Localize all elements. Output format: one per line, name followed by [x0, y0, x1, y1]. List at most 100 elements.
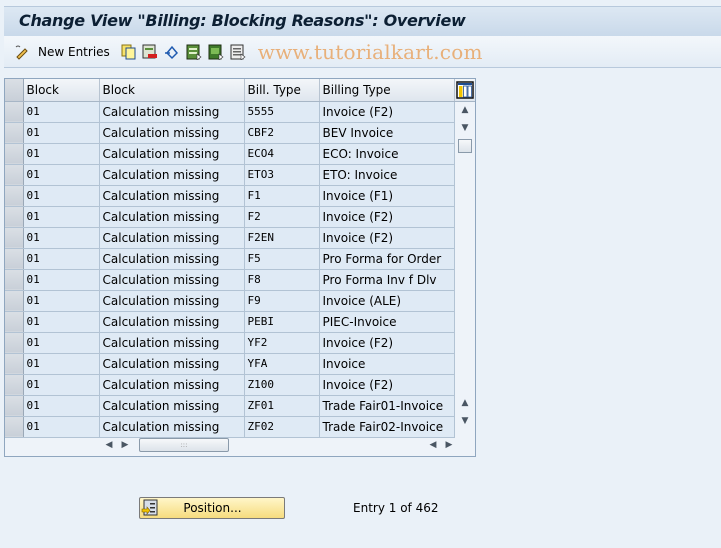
cell-block-code[interactable]: 01: [23, 353, 100, 375]
cell-block-desc[interactable]: Calculation missing: [99, 227, 245, 249]
cell-block-code[interactable]: 01: [23, 395, 100, 417]
row-selector[interactable]: [5, 227, 24, 249]
deselect-all-icon[interactable]: [230, 44, 246, 60]
cell-block-desc[interactable]: Calculation missing: [99, 248, 245, 270]
cell-block-desc[interactable]: Calculation missing: [99, 206, 245, 228]
cell-block-code[interactable]: 01: [23, 185, 100, 207]
row-selector[interactable]: [5, 374, 24, 396]
cell-block-desc[interactable]: Calculation missing: [99, 143, 245, 165]
cell-bill-type[interactable]: CBF2: [244, 122, 320, 144]
table-row[interactable]: 01 Calculation missing PEBI PIEC-Invoice: [5, 311, 475, 333]
cell-block-desc[interactable]: Calculation missing: [99, 122, 245, 144]
cell-block-code[interactable]: 01: [23, 290, 100, 312]
cell-block-code[interactable]: 01: [23, 311, 100, 333]
row-selector[interactable]: [5, 269, 24, 291]
row-selector[interactable]: [5, 206, 24, 228]
vertical-scrollbar-bottom[interactable]: ▲ ▼: [457, 394, 475, 430]
table-row[interactable]: 01 Calculation missing F9 Invoice (ALE): [5, 290, 475, 312]
cell-bill-type[interactable]: ZF01: [244, 395, 320, 417]
cell-billing-type[interactable]: Invoice (F2): [319, 374, 455, 396]
cell-bill-type[interactable]: PEBI: [244, 311, 320, 333]
cell-block-code[interactable]: 01: [23, 164, 100, 186]
cell-bill-type[interactable]: ZF02: [244, 416, 320, 438]
cell-billing-type[interactable]: Trade Fair01-Invoice: [319, 395, 455, 417]
cell-block-code[interactable]: 01: [23, 269, 100, 291]
row-selector[interactable]: [5, 332, 24, 354]
cell-billing-type[interactable]: Invoice (F2): [319, 206, 455, 228]
cell-block-desc[interactable]: Calculation missing: [99, 374, 245, 396]
row-selector[interactable]: [5, 311, 24, 333]
row-selector[interactable]: [5, 164, 24, 186]
table-row[interactable]: 01 Calculation missing CBF2 BEV Invoice: [5, 122, 475, 144]
cell-block-desc[interactable]: Calculation missing: [99, 416, 245, 438]
table-row[interactable]: 01 Calculation missing F5 Pro Forma for Ord…: [5, 248, 475, 270]
row-selector[interactable]: [5, 143, 24, 165]
cell-block-code[interactable]: 01: [23, 416, 100, 438]
table-row[interactable]: 01 Calculation missing ZF01 Trade Fair01-In…: [5, 395, 475, 417]
cell-billing-type[interactable]: Invoice (F2): [319, 227, 455, 249]
cell-block-desc[interactable]: Calculation missing: [99, 353, 245, 375]
cell-block-desc[interactable]: Calculation missing: [99, 395, 245, 417]
cell-bill-type[interactable]: F2: [244, 206, 320, 228]
table-settings-button[interactable]: [454, 79, 475, 102]
scroll-page-down-button[interactable]: ▼: [457, 412, 473, 430]
scroll-left-button-2[interactable]: ◀: [425, 436, 441, 454]
cell-block-desc[interactable]: Calculation missing: [99, 311, 245, 333]
cell-block-desc[interactable]: Calculation missing: [99, 164, 245, 186]
cell-block-desc[interactable]: Calculation missing: [99, 185, 245, 207]
cell-billing-type[interactable]: Invoice (F2): [319, 332, 455, 354]
copy-icon[interactable]: [120, 44, 136, 60]
cell-block-code[interactable]: 01: [23, 248, 100, 270]
table-row[interactable]: 01 Calculation missing YFA Invoice: [5, 353, 475, 375]
scroll-right-button-2[interactable]: ▶: [441, 436, 457, 454]
cell-block-code[interactable]: 01: [23, 143, 100, 165]
table-row[interactable]: 01 Calculation missing F2 Invoice (F2): [5, 206, 475, 228]
column-header-bill-type[interactable]: Bill. Type: [244, 79, 320, 102]
select-all-icon[interactable]: [186, 44, 202, 60]
cell-block-desc[interactable]: Calculation missing: [99, 269, 245, 291]
cell-bill-type[interactable]: YFA: [244, 353, 320, 375]
column-header-block-code[interactable]: Block: [23, 79, 100, 102]
select-all-header[interactable]: [5, 79, 24, 102]
scroll-up-button[interactable]: ▲: [457, 101, 473, 119]
cell-billing-type[interactable]: PIEC-Invoice: [319, 311, 455, 333]
vertical-scroll-thumb[interactable]: [458, 139, 472, 153]
column-header-billing-type[interactable]: Billing Type: [319, 79, 455, 102]
vertical-scrollbar[interactable]: ▲ ▼: [457, 101, 475, 155]
cell-billing-type[interactable]: ECO: Invoice: [319, 143, 455, 165]
column-header-block-desc[interactable]: Block: [99, 79, 245, 102]
cell-block-code[interactable]: 01: [23, 227, 100, 249]
cell-block-code[interactable]: 01: [23, 101, 100, 123]
cell-bill-type[interactable]: YF2: [244, 332, 320, 354]
row-selector[interactable]: [5, 416, 24, 438]
horizontal-scrollbar[interactable]: ◀ ▶ ::: ◀ ▶: [101, 437, 457, 453]
cell-block-desc[interactable]: Calculation missing: [99, 332, 245, 354]
cell-bill-type[interactable]: 5555: [244, 101, 320, 123]
row-selector[interactable]: [5, 290, 24, 312]
table-row[interactable]: 01 Calculation missing ETO3 ETO: Invoice: [5, 164, 475, 186]
cell-billing-type[interactable]: ETO: Invoice: [319, 164, 455, 186]
table-row[interactable]: 01 Calculation missing F1 Invoice (F1): [5, 185, 475, 207]
scroll-left-button[interactable]: ◀: [101, 436, 117, 454]
cell-billing-type[interactable]: Pro Forma Inv f Dlv: [319, 269, 455, 291]
cell-block-code[interactable]: 01: [23, 374, 100, 396]
cell-bill-type[interactable]: F9: [244, 290, 320, 312]
undo-icon[interactable]: [164, 44, 180, 60]
scroll-right-button[interactable]: ▶: [117, 436, 133, 454]
table-row[interactable]: 01 Calculation missing F8 Pro Forma Inv f D…: [5, 269, 475, 291]
table-row[interactable]: 01 Calculation missing 5555 Invoice (F2): [5, 101, 475, 123]
cell-bill-type[interactable]: F2EN: [244, 227, 320, 249]
row-selector[interactable]: [5, 248, 24, 270]
row-selector[interactable]: [5, 185, 24, 207]
cell-bill-type[interactable]: ECO4: [244, 143, 320, 165]
cell-block-code[interactable]: 01: [23, 206, 100, 228]
row-selector[interactable]: [5, 101, 24, 123]
cell-billing-type[interactable]: Invoice (F2): [319, 101, 455, 123]
cell-bill-type[interactable]: F5: [244, 248, 320, 270]
cell-bill-type[interactable]: F8: [244, 269, 320, 291]
new-entries-button[interactable]: New Entries: [38, 45, 110, 59]
table-row[interactable]: 01 Calculation missing F2EN Invoice (F2): [5, 227, 475, 249]
cell-bill-type[interactable]: ETO3: [244, 164, 320, 186]
cell-billing-type[interactable]: Invoice (F1): [319, 185, 455, 207]
table-row[interactable]: 01 Calculation missing ZF02 Trade Fair02-In…: [5, 416, 475, 438]
